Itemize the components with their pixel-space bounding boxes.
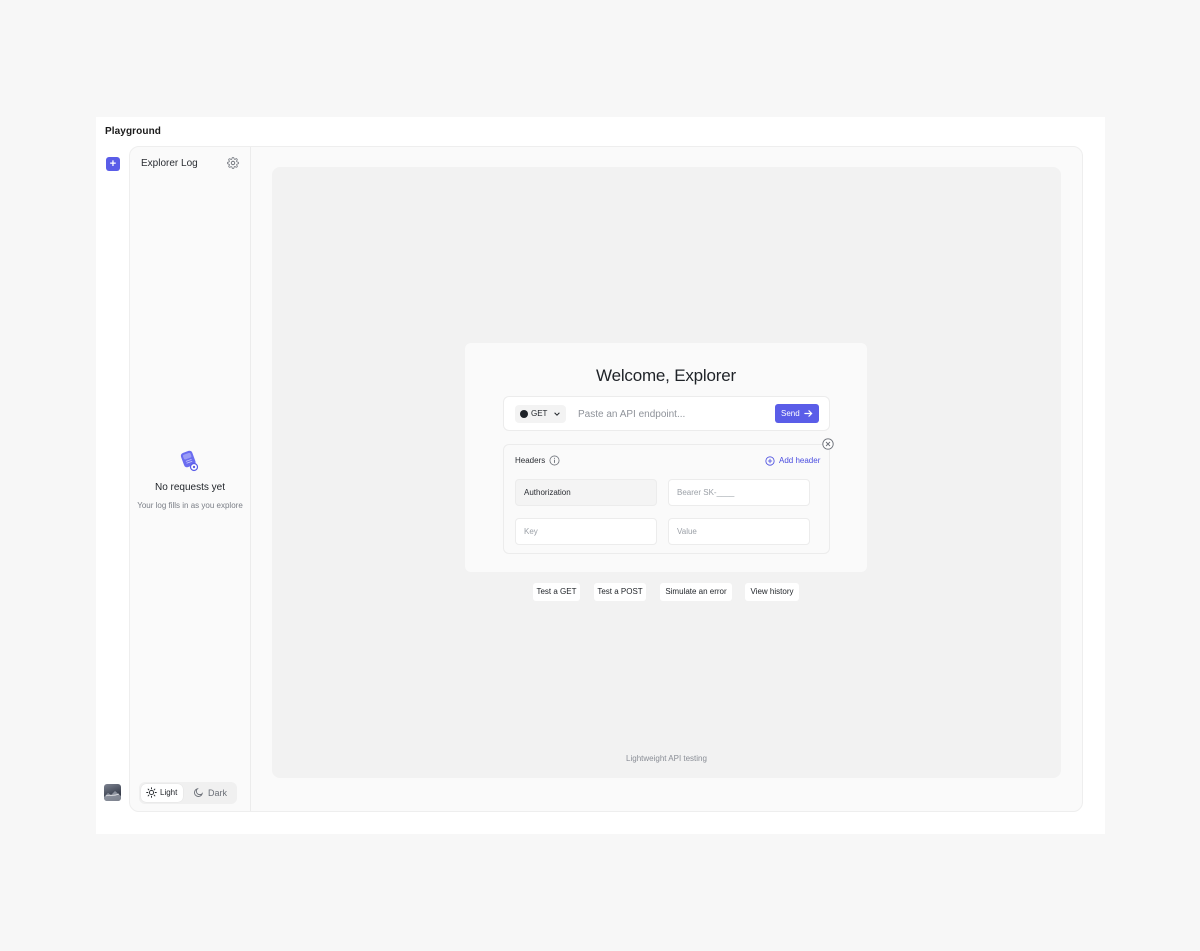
add-header-label: Add header [779, 456, 821, 465]
quick-action-simulate-error[interactable]: Simulate an error [660, 583, 732, 601]
theme-toggle: Light Dark [139, 782, 237, 804]
moon-icon [194, 787, 204, 797]
window-title: Playground [105, 126, 162, 137]
workspace: Explorer Log No requests yet Your log fi… [129, 146, 1083, 812]
plus-circle-icon [765, 456, 775, 466]
new-request-button[interactable]: + [106, 157, 120, 171]
request-card: Welcome, Explorer GET Send [465, 343, 867, 572]
send-label: Send [781, 409, 800, 418]
headers-label: Headers [515, 456, 546, 465]
header-value-input-new[interactable] [668, 518, 810, 545]
quick-action-test-post[interactable]: Test a POST [594, 583, 646, 601]
endpoint-input[interactable] [578, 405, 768, 423]
explorer-robot-icon [180, 450, 199, 472]
quick-actions: Test a GET Test a POST Simulate an error… [533, 583, 799, 601]
sidebar-title: Explorer Log [141, 158, 198, 169]
header-key-input[interactable] [515, 518, 657, 545]
welcome-title: Welcome, Explorer [596, 366, 736, 385]
avatar-image-icon [104, 791, 121, 801]
empty-state-subtitle: Your log fills in as you explore [137, 501, 243, 510]
header-key-authorization[interactable]: Authorization [515, 479, 657, 506]
explorer-log-sidebar: Explorer Log No requests yet Your log fi… [130, 147, 251, 811]
chevron-down-icon [554, 412, 560, 416]
arrow-right-icon [804, 410, 813, 417]
theme-dark-label: Dark [208, 788, 228, 798]
quick-action-test-get[interactable]: Test a GET [533, 583, 580, 601]
app-window: Playground + Explorer Log No requests ye… [96, 117, 1105, 834]
theme-dark-button[interactable]: Dark [187, 784, 235, 802]
info-icon[interactable] [549, 455, 560, 466]
main-panel: Welcome, Explorer GET Send [272, 167, 1061, 778]
send-button[interactable]: Send [775, 404, 819, 423]
method-dot-icon [520, 410, 528, 418]
empty-state-title: No requests yet [154, 482, 226, 493]
method-label: GET [531, 409, 548, 418]
theme-light-label: Light [160, 788, 178, 797]
quick-action-view-history[interactable]: View history [745, 583, 799, 601]
add-header-button[interactable]: Add header [765, 455, 820, 467]
sun-icon [146, 787, 157, 798]
close-icon[interactable] [822, 438, 834, 450]
request-bar: GET Send [503, 396, 830, 431]
gear-icon[interactable] [227, 157, 239, 169]
theme-light-button[interactable]: Light [141, 784, 183, 802]
header-value-input[interactable] [668, 479, 810, 506]
avatar[interactable] [104, 784, 121, 801]
method-select[interactable]: GET [515, 405, 566, 423]
headers-section: Headers Add header Authorization [503, 444, 830, 554]
footer-note: Lightweight API testing [626, 754, 707, 763]
